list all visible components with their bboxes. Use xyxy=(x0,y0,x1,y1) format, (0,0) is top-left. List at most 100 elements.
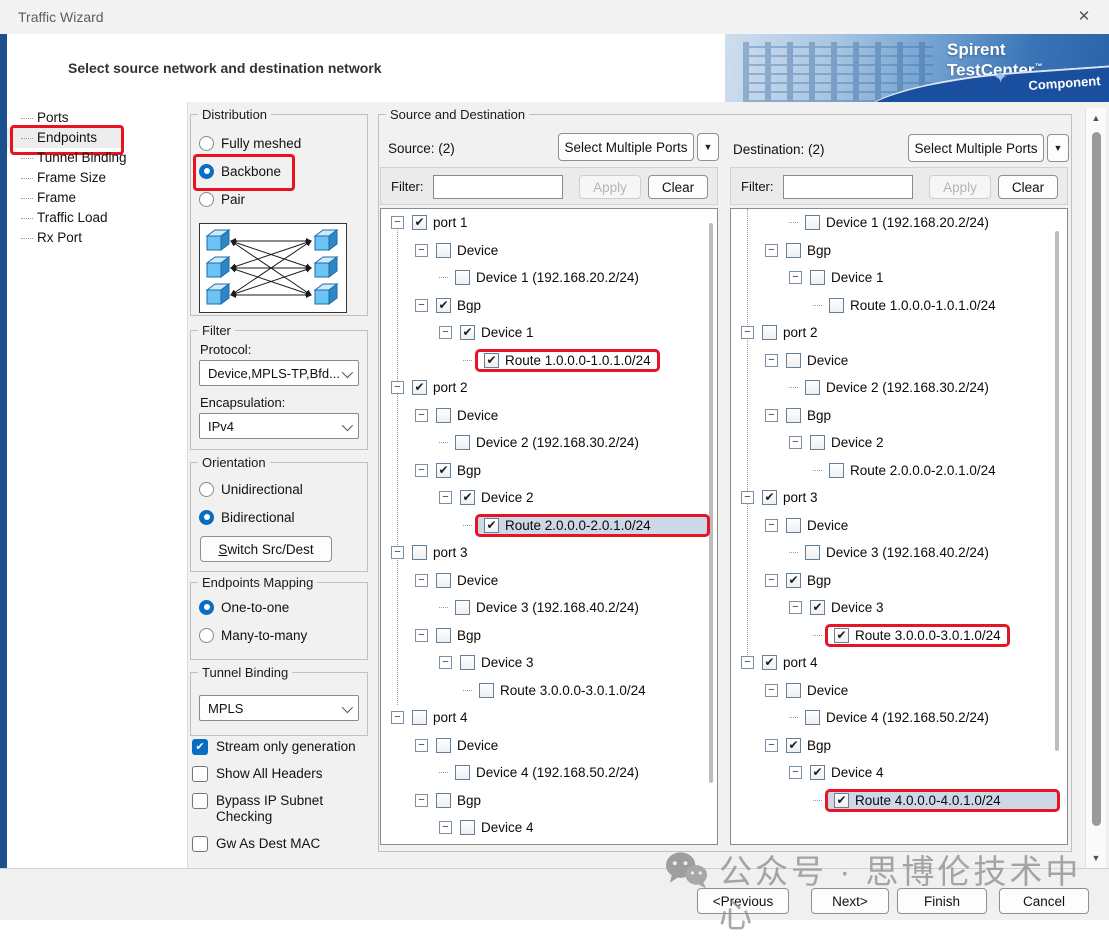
tree-node[interactable]: Bgp xyxy=(432,626,485,645)
tree-checkbox[interactable] xyxy=(805,215,820,230)
radio-icon[interactable] xyxy=(199,482,214,497)
sidebar-item-endpoints[interactable]: Endpoints xyxy=(7,128,123,148)
tree-checkbox[interactable]: ✔ xyxy=(810,765,825,780)
tree-checkbox[interactable]: ✔ xyxy=(412,380,427,395)
collapse-icon[interactable]: − xyxy=(765,574,778,587)
tree-row[interactable]: Route 3.0.0.0-3.0.1.0/24 xyxy=(381,677,717,705)
tree-checkbox[interactable] xyxy=(455,765,470,780)
tree-row[interactable]: −Device xyxy=(381,237,717,265)
collapse-icon[interactable]: − xyxy=(765,684,778,697)
tree-checkbox[interactable] xyxy=(786,683,801,698)
option-show-all-headers[interactable]: Show All Headers xyxy=(192,766,362,782)
collapse-icon[interactable]: − xyxy=(415,299,428,312)
tree-row[interactable]: −Device 2 xyxy=(731,429,1067,457)
tree-node[interactable]: ✔port 1 xyxy=(408,213,472,232)
tree-node[interactable]: port 4 xyxy=(408,708,472,727)
source-filter-input[interactable] xyxy=(433,175,563,199)
tree-node[interactable]: ✔port 2 xyxy=(408,378,472,397)
collapse-icon[interactable]: − xyxy=(415,409,428,422)
collapse-icon[interactable]: − xyxy=(415,574,428,587)
tree-row[interactable]: Device 1 (192.168.20.2/24) xyxy=(381,264,717,292)
tree-node[interactable]: Device xyxy=(432,736,502,755)
tree-checkbox[interactable]: ✔ xyxy=(436,298,451,313)
destination-select-multiple-ports-button[interactable]: Select Multiple Ports xyxy=(908,134,1044,162)
tree-checkbox[interactable]: ✔ xyxy=(786,738,801,753)
tree-row[interactable]: Route 1.0.0.0-1.0.1.0/24 xyxy=(731,292,1067,320)
tree-checkbox[interactable]: ✔ xyxy=(484,518,499,533)
tree-node[interactable]: Device 4 (192.168.50.2/24) xyxy=(801,708,993,727)
scroll-up-icon[interactable]: ▲ xyxy=(1086,110,1106,126)
tree-checkbox[interactable]: ✔ xyxy=(412,215,427,230)
tree-checkbox[interactable] xyxy=(786,243,801,258)
scrollbar-thumb[interactable] xyxy=(1092,132,1101,826)
collapse-icon[interactable]: − xyxy=(415,629,428,642)
tree-checkbox[interactable]: ✔ xyxy=(834,628,849,643)
radio-icon[interactable] xyxy=(199,510,214,525)
radio-icon[interactable] xyxy=(199,164,214,179)
tree-node[interactable]: ✔Bgp xyxy=(782,736,835,755)
tree-node[interactable]: port 3 xyxy=(408,543,472,562)
destination-filter-input[interactable] xyxy=(783,175,913,199)
tree-checkbox[interactable] xyxy=(436,628,451,643)
radio-icon[interactable] xyxy=(199,600,214,615)
collapse-icon[interactable]: − xyxy=(741,491,754,504)
radio-orientation-unidirectional[interactable]: Unidirectional xyxy=(191,475,367,503)
tree-row[interactable]: −Bgp xyxy=(731,402,1067,430)
tree-node[interactable]: Device 3 (192.168.40.2/24) xyxy=(451,598,643,617)
tree-node[interactable]: ✔port 4 xyxy=(758,653,822,672)
tree-row[interactable]: −✔port 3 xyxy=(731,484,1067,512)
tree-row[interactable]: −Bgp xyxy=(731,237,1067,265)
tree-row[interactable]: Device 3 (192.168.40.2/24) xyxy=(731,539,1067,567)
tree-row[interactable]: Device 1 (192.168.20.2/24) xyxy=(731,209,1067,237)
tree-node[interactable]: ✔Device 4 xyxy=(806,763,888,782)
tree-checkbox[interactable] xyxy=(805,545,820,560)
radio-mapping-many-to-many[interactable]: Many-to-many xyxy=(191,621,367,649)
tree-checkbox[interactable] xyxy=(762,325,777,340)
sidebar-item-rx-port[interactable]: Rx Port xyxy=(7,228,187,248)
collapse-icon[interactable]: − xyxy=(415,464,428,477)
tree-node[interactable]: ✔Route 3.0.0.0-3.0.1.0/24 xyxy=(825,624,1010,647)
collapse-icon[interactable]: − xyxy=(391,216,404,229)
tree-node[interactable]: ✔port 3 xyxy=(758,488,822,507)
tree-checkbox[interactable] xyxy=(460,655,475,670)
sidebar-item-ports[interactable]: Ports xyxy=(7,108,187,128)
tree-row[interactable]: −Device 1 xyxy=(731,264,1067,292)
tree-node[interactable]: ✔Route 1.0.0.0-1.0.1.0/24 xyxy=(475,349,660,372)
tree-row[interactable]: Route 2.0.0.0-2.0.1.0/24 xyxy=(731,457,1067,485)
tree-checkbox[interactable] xyxy=(810,435,825,450)
tunnel-binding-dropdown[interactable]: MPLS xyxy=(199,695,359,721)
tree-checkbox[interactable] xyxy=(786,518,801,533)
tree-checkbox[interactable] xyxy=(460,820,475,835)
encapsulation-dropdown[interactable]: IPv4 xyxy=(199,413,359,439)
tree-node[interactable]: Device xyxy=(432,241,502,260)
tree-row[interactable]: ✔Route 2.0.0.0-2.0.1.0/24 xyxy=(381,512,717,540)
tree-node[interactable]: ✔Device 2 xyxy=(456,488,538,507)
tree-row[interactable]: −Bgp xyxy=(381,622,717,650)
tree-node[interactable]: Device 1 (192.168.20.2/24) xyxy=(801,213,993,232)
tree-node[interactable]: Device 1 xyxy=(806,268,888,287)
tree-node[interactable]: ✔Route 4.0.0.0-4.0.1.0/24 xyxy=(825,789,1060,812)
radio-distribution-backbone[interactable]: Backbone xyxy=(191,157,367,185)
tree-row[interactable]: −✔Device 1 xyxy=(381,319,717,347)
tree-row[interactable]: −✔Bgp xyxy=(731,567,1067,595)
tree-row[interactable]: Device 4 (192.168.50.2/24) xyxy=(731,704,1067,732)
scroll-down-icon[interactable]: ▼ xyxy=(1086,850,1106,866)
sidebar-item-frame-size[interactable]: Frame Size xyxy=(7,168,187,188)
tree-row[interactable]: −✔Bgp xyxy=(381,457,717,485)
tree-node[interactable]: Device 2 xyxy=(806,433,888,452)
tree-checkbox[interactable]: ✔ xyxy=(460,325,475,340)
tree-node[interactable]: Device 4 (192.168.50.2/24) xyxy=(451,763,643,782)
collapse-icon[interactable]: − xyxy=(741,656,754,669)
tree-checkbox[interactable] xyxy=(412,710,427,725)
tree-row[interactable]: −✔Device 4 xyxy=(731,759,1067,787)
tree-node[interactable]: ✔Device 1 xyxy=(456,323,538,342)
tree-row[interactable]: −port 2 xyxy=(731,319,1067,347)
tree-node[interactable]: ✔Bgp xyxy=(782,571,835,590)
tree-checkbox[interactable]: ✔ xyxy=(762,490,777,505)
tree-row[interactable]: ✔Route 1.0.0.0-1.0.1.0/24 xyxy=(381,347,717,375)
tree-checkbox[interactable] xyxy=(810,270,825,285)
tree-row[interactable]: −✔Device 3 xyxy=(731,594,1067,622)
tree-row[interactable]: Device 2 (192.168.30.2/24) xyxy=(731,374,1067,402)
tree-row[interactable]: −port 4 xyxy=(381,704,717,732)
checkbox-icon[interactable] xyxy=(192,766,208,782)
